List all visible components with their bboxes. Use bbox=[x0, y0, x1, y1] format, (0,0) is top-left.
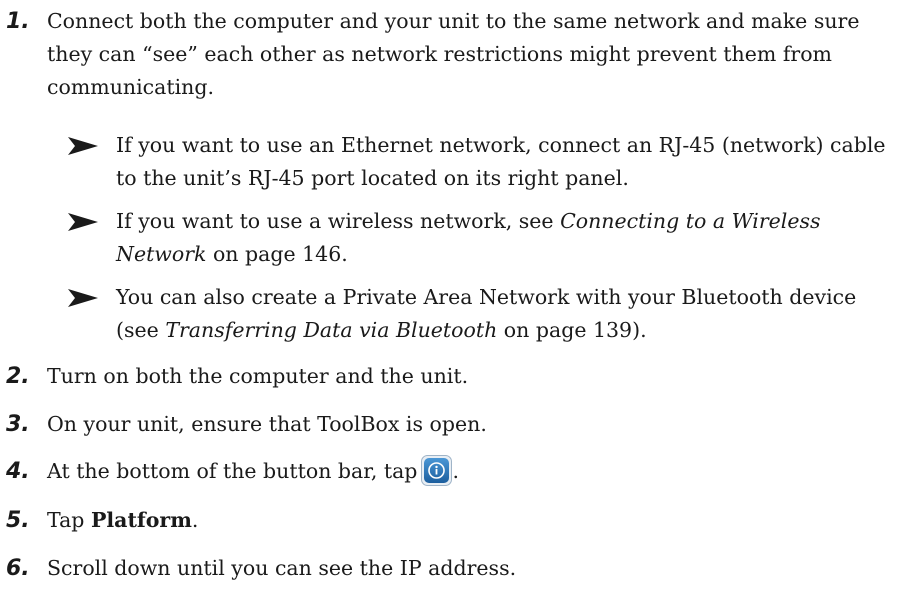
substep-text-suffix: on page 139). bbox=[497, 318, 647, 342]
step-text-main: At the bottom of the button bar, tap bbox=[47, 459, 418, 483]
step-number: 2. bbox=[6, 364, 30, 389]
substep-text-prefix: If you want to use a wireless network, s… bbox=[116, 209, 561, 233]
cross-reference-link[interactable]: Transferring Data via Bluetooth bbox=[165, 318, 497, 342]
step-text: At the bottom of the button bar, tap. bbox=[47, 455, 881, 488]
step-text-prefix: Tap bbox=[47, 508, 91, 532]
step-number: 3. bbox=[6, 412, 30, 437]
arrow-bullet-icon bbox=[68, 213, 98, 231]
step-text: Turn on both the computer and the unit. bbox=[47, 364, 469, 388]
step-number: 4. bbox=[6, 459, 30, 484]
step-text: Tap Platform. bbox=[47, 504, 881, 537]
step-text-end: . bbox=[191, 508, 199, 532]
arrow-bullet-icon bbox=[68, 289, 98, 307]
substep-text-suffix: on page 146. bbox=[206, 242, 348, 266]
substep-text: If you want to use an Ethernet network, … bbox=[116, 133, 886, 190]
platform-label: Platform bbox=[90, 508, 192, 532]
instruction-list: 1. Connect both the computer and your un… bbox=[0, 0, 899, 610]
step-text: On your unit, ensure that ToolBox is ope… bbox=[47, 412, 487, 436]
arrow-bullet-icon bbox=[68, 137, 98, 155]
info-icon[interactable] bbox=[421, 455, 453, 486]
substep-text: If you want to use a wireless network, s… bbox=[116, 205, 891, 271]
step-text-end: . bbox=[452, 459, 459, 483]
step-text: Connect both the computer and your unit … bbox=[47, 9, 860, 99]
step-text: Scroll down until you can see the IP add… bbox=[47, 556, 517, 580]
substep-text: You can also create a Private Area Netwo… bbox=[116, 281, 891, 347]
step-number: 1. bbox=[6, 9, 30, 34]
step-number: 5. bbox=[6, 508, 30, 533]
step-number: 6. bbox=[6, 556, 30, 581]
